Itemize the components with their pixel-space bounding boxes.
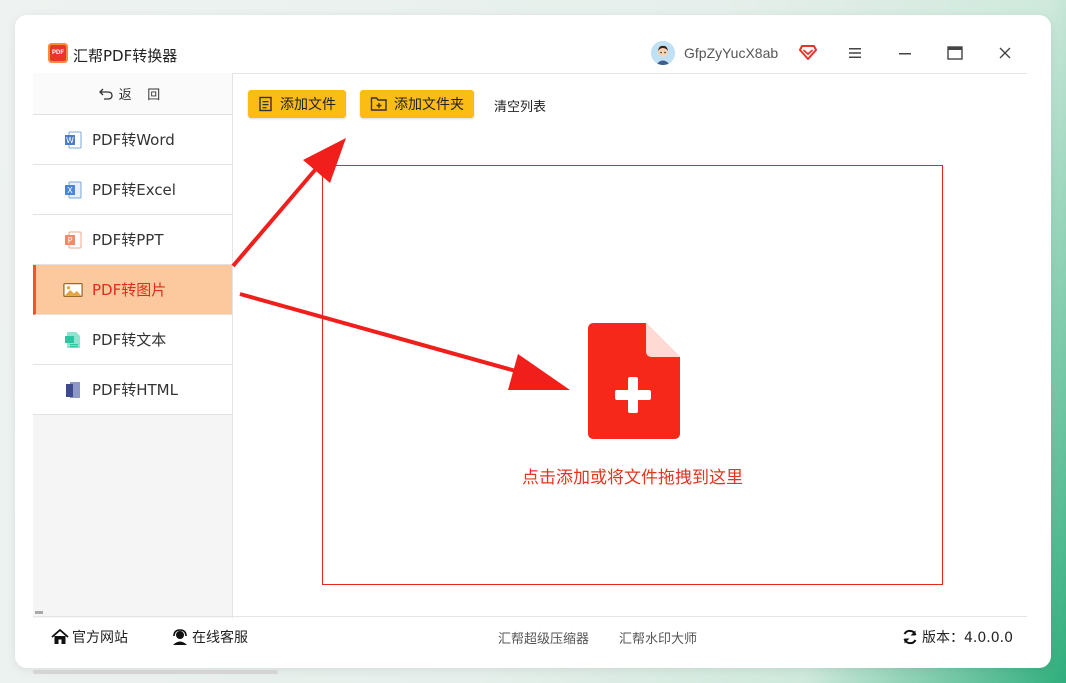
add-folder-icon [370,97,387,111]
add-folder-label: 添加文件夹 [394,97,464,113]
sidebar-resize-grip[interactable] [35,611,43,614]
sidebar: 返 回 W PDF转Word X PDF转Excel P PDF转PPT PDF… [33,73,233,618]
sidebar-item-pdf-to-ppt[interactable]: P PDF转PPT [33,215,232,265]
menu-button[interactable] [841,39,869,67]
online-service-label: 在线客服 [192,630,248,646]
add-file-button[interactable]: 添加文件 [248,90,346,118]
back-button[interactable]: 返 回 [33,73,232,115]
online-service-link[interactable]: 在线客服 [171,627,248,647]
minimize-icon [899,53,911,55]
sidebar-item-label: PDF转文本 [92,331,167,349]
app-title: 汇帮PDF转换器 [73,47,178,65]
svg-text:P: P [68,236,73,245]
sidebar-item-pdf-to-excel[interactable]: X PDF转Excel [33,165,232,215]
image-icon [63,280,83,300]
clear-list-button[interactable]: 清空列表 [494,96,546,115]
file-drop-zone[interactable]: 点击添加或将文件拖拽到这里 [322,165,943,585]
watermark-link[interactable]: 汇帮水印大师 [619,628,697,647]
title-divider [233,73,1027,74]
text-icon [63,330,83,350]
maximize-button[interactable] [941,39,969,67]
user-avatar[interactable] [651,41,675,65]
maximize-icon [947,46,963,60]
add-file-label: 添加文件 [280,97,336,113]
add-file-icon [259,96,272,112]
close-button[interactable] [991,39,1019,67]
official-site-link[interactable]: 官方网站 [51,627,128,647]
excel-icon: X [63,180,83,200]
back-label: 返 回 [118,87,167,102]
username[interactable]: GfpZyYucX8ab [684,45,778,61]
word-icon: W [63,130,83,150]
sidebar-item-label: PDF转HTML [92,381,178,399]
drop-zone-hint: 点击添加或将文件拖拽到这里 [522,468,743,488]
svg-text:X: X [67,186,73,195]
sidebar-item-label: PDF转PPT [92,231,164,249]
sidebar-item-pdf-to-word[interactable]: W PDF转Word [33,115,232,165]
version-label: 版本：4.0.0.0 [922,630,1013,646]
sidebar-item-label: PDF转Word [92,131,175,149]
sidebar-item-pdf-to-image[interactable]: PDF转图片 [33,265,232,315]
minimize-button[interactable] [891,39,919,67]
app-logo-icon: PDF [48,43,68,63]
add-folder-button[interactable]: 添加文件夹 [360,90,474,118]
title-bar: PDF 汇帮PDF转换器 GfpZyYucX8ab [15,15,1051,73]
home-icon [51,629,69,644]
sidebar-item-pdf-to-html[interactable]: PDF转HTML [33,365,232,415]
customer-service-icon [173,629,187,645]
add-file-large-icon [588,323,680,439]
footer-bar: 官方网站 在线客服 汇帮超级压缩器 汇帮水印大师 版本：4.0.0.0 [33,616,1027,668]
horizontal-scrollbar[interactable] [33,670,278,674]
sidebar-item-pdf-to-text[interactable]: PDF转文本 [33,315,232,365]
html-icon [63,380,83,400]
back-arrow-icon [98,88,113,100]
app-window: PDF 汇帮PDF转换器 GfpZyYucX8ab 返 回 W PDF转Word… [15,15,1051,668]
vip-diamond-icon[interactable] [799,43,817,61]
ppt-icon: P [63,230,83,250]
close-icon [999,47,1011,59]
svg-text:W: W [66,136,74,145]
sidebar-item-label: PDF转Excel [92,181,176,199]
sidebar-item-label: PDF转图片 [92,281,167,299]
version-info[interactable]: 版本：4.0.0.0 [901,627,1013,647]
refresh-icon [903,629,917,645]
compressor-link[interactable]: 汇帮超级压缩器 [498,628,589,647]
avatar-icon [651,41,675,65]
hamburger-icon [849,48,861,58]
official-site-label: 官方网站 [72,630,128,646]
